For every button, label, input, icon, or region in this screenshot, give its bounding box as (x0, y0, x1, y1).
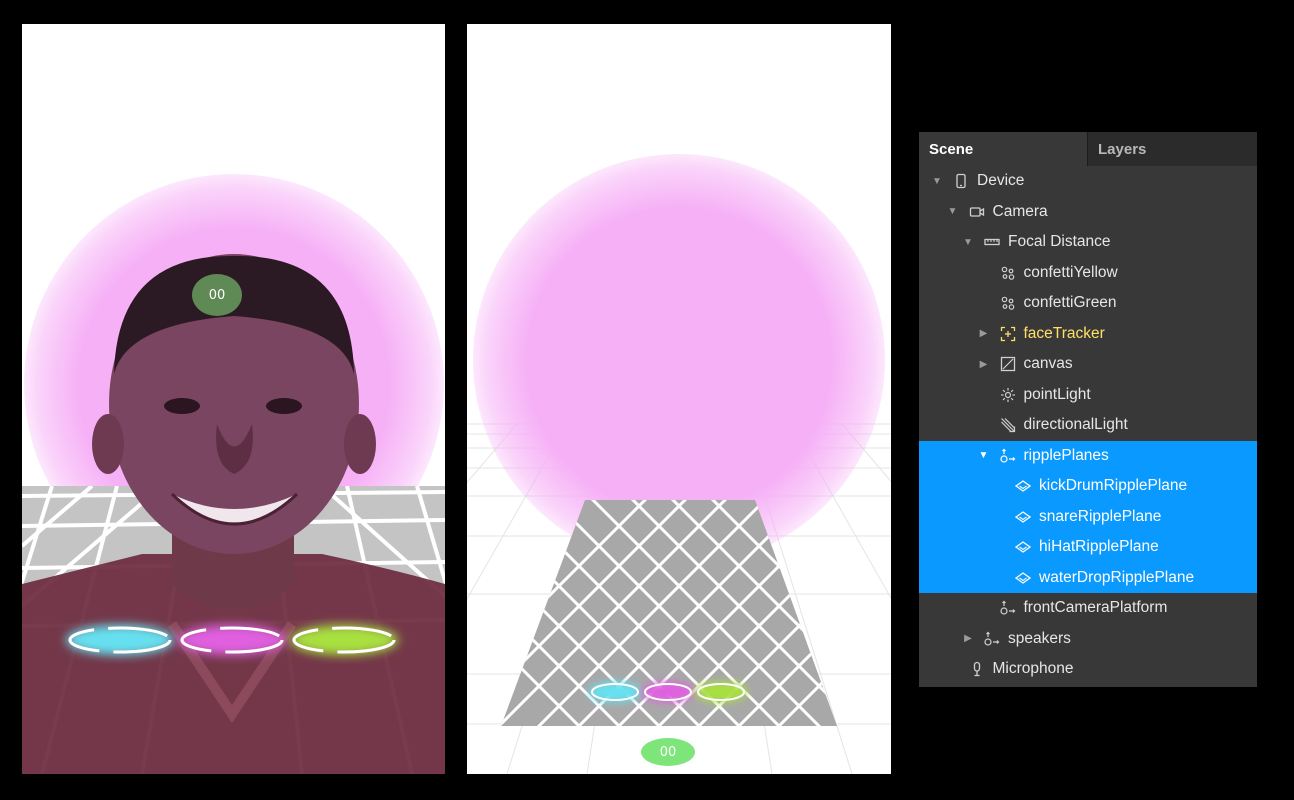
scene-panel: Scene Layers ▼ Device ▼ Camera ▼ Focal Distan… (919, 132, 1257, 687)
expand-arrow-icon[interactable]: ▼ (962, 236, 974, 248)
particles-icon (998, 294, 1018, 312)
scene-item-label: kickDrumRipplePlane (1039, 477, 1188, 495)
scene-item-label: hiHatRipplePlane (1039, 538, 1159, 556)
null-object-icon (982, 630, 1002, 648)
particles-icon (998, 264, 1018, 282)
phone-icon (951, 172, 971, 190)
null-object-icon (998, 599, 1018, 617)
directional-light-icon (998, 416, 1018, 434)
scene-item-device[interactable]: ▼ Device (919, 166, 1257, 197)
editor-viewport[interactable]: 00 (467, 24, 891, 774)
scene-item-canvas[interactable]: ▶ canvas (919, 349, 1257, 380)
microphone-icon (967, 660, 987, 678)
plane-icon (1013, 569, 1033, 587)
scene-item-point-light[interactable]: pointLight (919, 380, 1257, 411)
scene-item-label: confettiYellow (1023, 263, 1118, 281)
plane-icon (1013, 508, 1033, 526)
scene-item-confetti-green[interactable]: confettiGreen (919, 288, 1257, 319)
scene-item-label: directionalLight (1023, 416, 1128, 434)
scene-item-directional-light[interactable]: directionalLight (919, 410, 1257, 441)
scene-item-snare-ripple-plane[interactable]: snareRipplePlane (919, 501, 1257, 532)
scene-item-ripple-planes[interactable]: ▼ ripplePlanes (919, 440, 1257, 471)
scene-item-front-camera-platform[interactable]: frontCameraPlatform (919, 593, 1257, 624)
interaction-badge[interactable]: 00 (192, 274, 242, 316)
plane-icon (1013, 477, 1033, 495)
face-tracker-icon (998, 325, 1018, 343)
scene-item-label: snareRipplePlane (1039, 507, 1162, 525)
collapse-arrow-icon[interactable]: ▶ (978, 328, 990, 340)
tab-layers[interactable]: Layers (1087, 132, 1257, 166)
scene-item-label: confettiGreen (1023, 294, 1117, 312)
scene-item-label: canvas (1023, 355, 1073, 373)
tab-scene[interactable]: Scene (919, 132, 1087, 166)
scene-item-label: speakers (1008, 629, 1071, 647)
collapse-arrow-icon[interactable]: ▶ (962, 633, 974, 645)
scene-item-camera[interactable]: ▼ Camera (919, 197, 1257, 228)
point-light-icon (998, 386, 1018, 404)
expand-arrow-icon[interactable]: ▼ (978, 450, 990, 462)
scene-item-speakers[interactable]: ▶ speakers (919, 624, 1257, 655)
canvas-icon (998, 355, 1018, 373)
platform-grid (501, 500, 837, 726)
ruler-icon (982, 233, 1002, 251)
camera-icon (967, 203, 987, 221)
scene-item-focal-distance[interactable]: ▼ Focal Distance (919, 227, 1257, 258)
scene-item-label: Device (977, 172, 1025, 190)
scene-item-kick-drum-ripple-plane[interactable]: kickDrumRipplePlane (919, 471, 1257, 502)
scene-item-microphone[interactable]: Microphone (919, 654, 1257, 685)
scene-item-face-tracker[interactable]: ▶ faceTracker (919, 319, 1257, 350)
plane-icon (1013, 538, 1033, 556)
scene-item-label: ripplePlanes (1023, 446, 1109, 464)
scene-item-water-drop-ripple-plane[interactable]: waterDropRipplePlane (919, 562, 1257, 593)
scene-item-label: frontCameraPlatform (1023, 599, 1168, 617)
scene-item-label: waterDropRipplePlane (1039, 568, 1195, 586)
expand-arrow-icon[interactable]: ▼ (947, 206, 959, 218)
scene-item-label: faceTracker (1023, 324, 1105, 342)
scene-item-label: Focal Distance (1008, 233, 1111, 251)
scene-item-hi-hat-ripple-plane[interactable]: hiHatRipplePlane (919, 532, 1257, 563)
ripple-rings (66, 625, 398, 655)
panel-tabs: Scene Layers (919, 132, 1257, 166)
scene-item-label: Camera (992, 202, 1048, 220)
null-object-icon (998, 447, 1018, 465)
expand-arrow-icon[interactable]: ▼ (931, 175, 943, 187)
scene-item-label: pointLight (1023, 385, 1091, 403)
interaction-badge[interactable]: 00 (641, 738, 695, 766)
collapse-arrow-icon[interactable]: ▶ (978, 358, 990, 370)
camera-preview-viewport[interactable]: 00 (22, 24, 445, 774)
scene-item-confetti-yellow[interactable]: confettiYellow (919, 258, 1257, 289)
scene-item-label: Microphone (992, 660, 1074, 678)
